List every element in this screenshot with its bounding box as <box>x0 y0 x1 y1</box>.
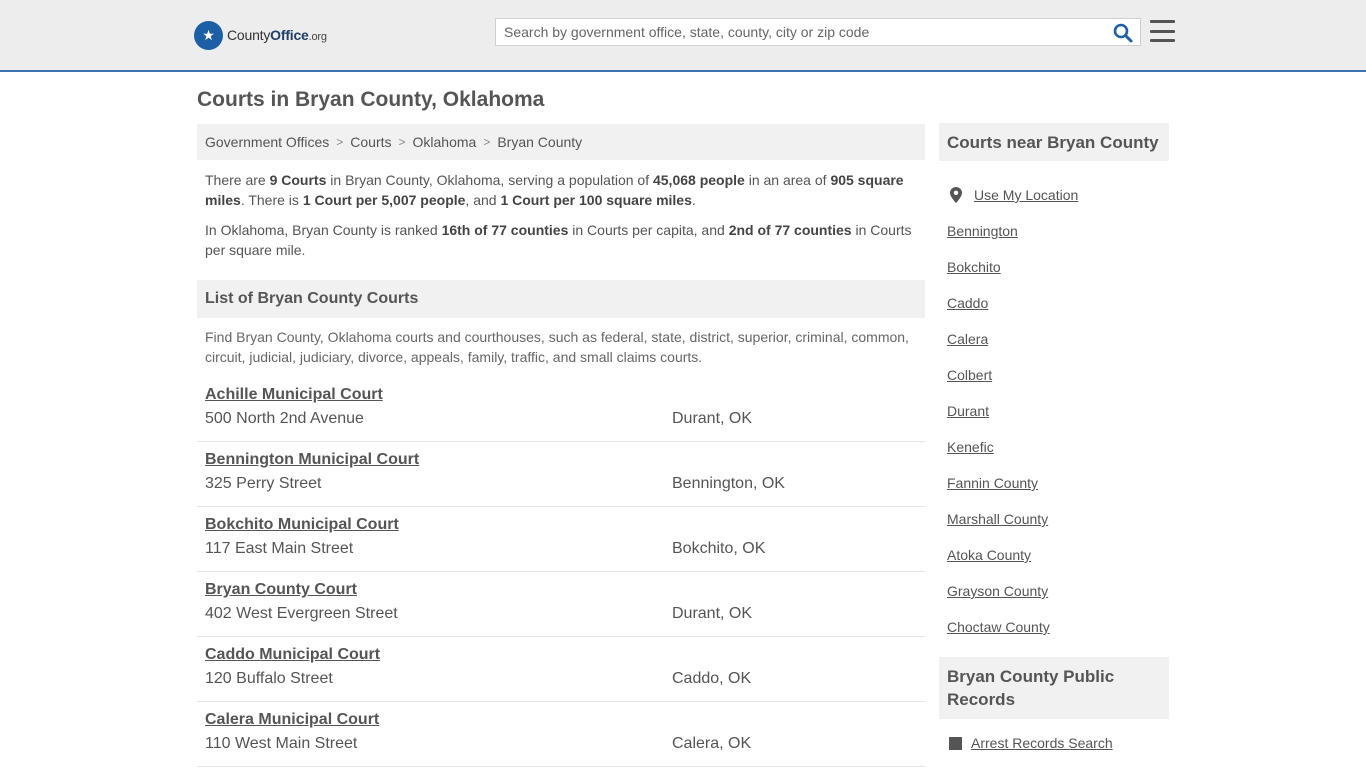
court-name-link[interactable]: Achille Municipal Court <box>205 386 383 404</box>
nearby-courts-heading: Courts near Bryan County <box>939 123 1169 161</box>
court-address: 500 North 2nd Avenue <box>205 410 364 427</box>
court-address: 110 West Main Street <box>205 735 358 752</box>
nearby-courts-list: Use My Location Bennington Bokchito Cadd… <box>947 177 1169 645</box>
breadcrumb-separator-icon: > <box>398 135 406 149</box>
intro-ranking: In Oklahoma, Bryan County is ranked 16th… <box>205 222 912 258</box>
square-bullet-icon <box>949 736 962 750</box>
nearby-link[interactable]: Bennington <box>947 213 1169 249</box>
breadcrumb: Government Offices > Courts > Oklahoma >… <box>197 124 925 160</box>
court-row: Bennington Municipal Court 325 Perry Str… <box>197 442 925 507</box>
search-box <box>495 18 1141 46</box>
intro-summary: There are 9 Courts in Bryan County, Okla… <box>205 172 904 208</box>
use-my-location-label: Use My Location <box>974 187 1079 203</box>
breadcrumb-item[interactable]: Oklahoma <box>413 134 477 150</box>
court-name-link[interactable]: Calera Municipal Court <box>205 711 379 729</box>
court-city: Bennington, OK <box>672 475 785 492</box>
court-city: Bokchito, OK <box>672 540 766 557</box>
arrest-records-link[interactable]: Arrest Records Search <box>949 735 1113 751</box>
court-address: 325 Perry Street <box>205 475 322 492</box>
breadcrumb-separator-icon: > <box>483 135 491 149</box>
court-name-link[interactable]: Bennington Municipal Court <box>205 451 419 469</box>
public-records-heading: Bryan County Public Records <box>939 657 1169 719</box>
court-list-heading: List of Bryan County Courts <box>197 280 925 318</box>
use-my-location-link[interactable]: Use My Location <box>947 177 1169 213</box>
court-row: Bryan County Court 402 West Evergreen St… <box>197 572 925 637</box>
nearby-link[interactable]: Fannin County <box>947 465 1169 501</box>
hamburger-menu-icon[interactable] <box>1150 20 1175 42</box>
site-header: ★ CountyOffice.org <box>0 0 1366 72</box>
nearby-link[interactable]: Durant <box>947 393 1169 429</box>
court-name-link[interactable]: Caddo Municipal Court <box>205 646 380 664</box>
logo-eagle-icon: ★ <box>194 20 223 50</box>
nearby-link[interactable]: Bokchito <box>947 249 1169 285</box>
search-input[interactable] <box>496 19 1096 45</box>
court-name-link[interactable]: Bokchito Municipal Court <box>205 516 399 534</box>
breadcrumb-item[interactable]: Bryan County <box>497 134 582 150</box>
search-icon[interactable] <box>1112 22 1134 44</box>
site-logo[interactable]: ★ CountyOffice.org <box>194 20 327 50</box>
court-city: Caddo, OK <box>672 670 752 687</box>
page-title: Courts in Bryan County, Oklahoma <box>197 88 545 111</box>
court-list: Achille Municipal Court 500 North 2nd Av… <box>197 377 925 767</box>
nearby-link[interactable]: Calera <box>947 321 1169 357</box>
nearby-link[interactable]: Colbert <box>947 357 1169 393</box>
location-pin-icon <box>950 187 962 203</box>
court-address: 402 West Evergreen Street <box>205 605 398 622</box>
court-city: Durant, OK <box>672 605 753 622</box>
nearby-link[interactable]: Grayson County <box>947 573 1169 609</box>
court-city: Durant, OK <box>672 410 753 427</box>
nearby-link[interactable]: Marshall County <box>947 501 1169 537</box>
nearby-link[interactable]: Caddo <box>947 285 1169 321</box>
nearby-link[interactable]: Atoka County <box>947 537 1169 573</box>
breadcrumb-separator-icon: > <box>336 135 344 149</box>
breadcrumb-item[interactable]: Courts <box>350 134 391 150</box>
court-row: Calera Municipal Court 110 West Main Str… <box>197 702 925 767</box>
court-row: Achille Municipal Court 500 North 2nd Av… <box>197 377 925 442</box>
court-city: Calera, OK <box>672 735 752 752</box>
nearby-link[interactable]: Kenefic <box>947 429 1169 465</box>
breadcrumb-item[interactable]: Government Offices <box>205 134 329 150</box>
court-list-description: Find Bryan County, Oklahoma courts and c… <box>205 329 909 365</box>
court-row: Bokchito Municipal Court 117 East Main S… <box>197 507 925 572</box>
logo-text: CountyOffice.org <box>227 27 327 43</box>
court-address: 120 Buffalo Street <box>205 670 333 687</box>
court-address: 117 East Main Street <box>205 540 354 557</box>
arrest-records-label: Arrest Records Search <box>971 735 1113 751</box>
nearby-link[interactable]: Choctaw County <box>947 609 1169 645</box>
court-row: Caddo Municipal Court 120 Buffalo Street… <box>197 637 925 702</box>
court-name-link[interactable]: Bryan County Court <box>205 581 357 599</box>
